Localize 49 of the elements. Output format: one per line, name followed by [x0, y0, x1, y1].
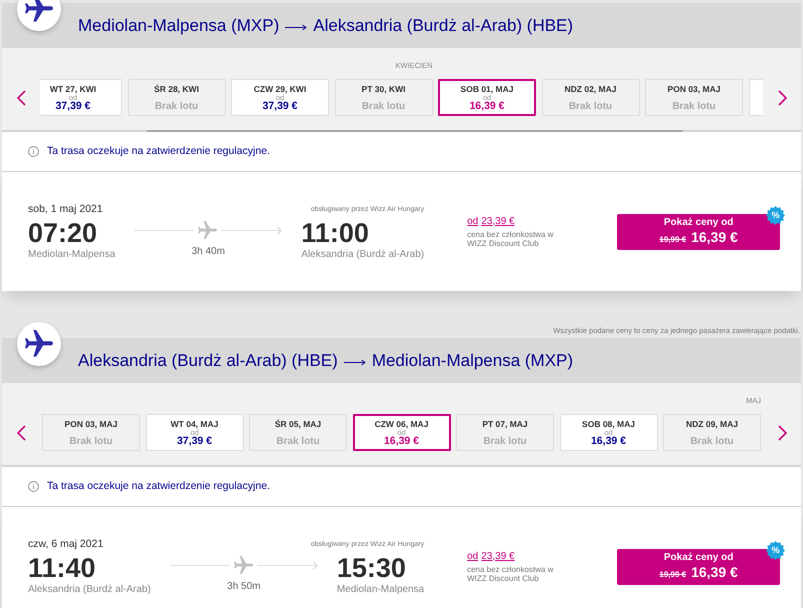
- arrow-icon: [344, 358, 366, 366]
- notice-text: Ta trasa oczekuje na zatwierdzenie regulacyjne.: [47, 145, 270, 158]
- origin-airport: Aleksandria (Burdż al-Arab) (HBE): [78, 350, 338, 370]
- arrow-icon: [285, 24, 308, 30]
- flight-duration: 3h 50m: [227, 580, 260, 592]
- discount-badge: %: [766, 206, 786, 224]
- arrival-airport: Aleksandria (Burdż al-Arab): [301, 248, 424, 260]
- member-price-link[interactable]: od 23,39 €: [467, 550, 515, 562]
- arrival-time: 15:30: [336, 552, 407, 582]
- member-price-note: cena bez członkostwa w WIZZ Discount Club: [467, 564, 554, 582]
- plane-icon: [17, 0, 61, 31]
- plane-icon: [234, 556, 253, 575]
- chevron-right-icon[interactable]: [778, 90, 786, 106]
- member-price-note: cena bez członkostwa w WIZZ Discount Club: [467, 230, 554, 248]
- date-tab[interactable]: PT 30, KWI Brak lotu: [334, 79, 432, 116]
- route-line: [134, 229, 194, 232]
- date-tab[interactable]: ŚR 05, MAJ Brak lotu: [249, 414, 347, 451]
- plane-icon: [17, 322, 61, 366]
- route-line: [170, 564, 230, 567]
- chevron-left-icon[interactable]: [16, 424, 26, 440]
- flight-date: sob, 1 maj 2021: [28, 202, 104, 216]
- flight-date: czw, 6 maj 2021: [28, 538, 104, 550]
- arrival-time: 11:00: [301, 218, 370, 248]
- departure-airport: Mediolan-Malpensa: [28, 248, 116, 260]
- flight-duration: 3h 40m: [192, 246, 225, 258]
- destination-airport: Aleksandria (Burdż al-Arab) (HBE): [313, 16, 574, 36]
- date-tab[interactable]: PON 03, MAJ Brak lotu: [42, 414, 140, 451]
- member-price-link[interactable]: od 23,39 €: [467, 216, 515, 228]
- date-tab[interactable]: NDZ 02, MAJ Brak lotu: [542, 79, 640, 116]
- origin-airport: Mediolan-Malpensa (MXP): [78, 16, 280, 36]
- date-tab[interactable]: NDZ 09, MAJ Brak lotu: [663, 414, 761, 451]
- departure-airport: Aleksandria (Burdż al-Arab): [28, 582, 151, 596]
- departure-time: 07:20: [28, 218, 98, 248]
- info-icon: [28, 481, 39, 492]
- info-icon: [28, 146, 39, 157]
- departure-time: 11:40: [28, 552, 97, 582]
- date-tab[interactable]: PT 07, MAJ Brak lotu: [456, 414, 554, 451]
- notice-text: Ta trasa oczekuje na zatwierdzenie regulacyjne.: [47, 480, 270, 493]
- chevron-right-icon[interactable]: [778, 424, 786, 440]
- destination-airport: Mediolan-Malpensa (MXP): [372, 350, 574, 370]
- arrival-airport: Mediolan-Malpensa: [336, 582, 424, 596]
- route-arrow: [221, 226, 282, 235]
- chevron-left-icon[interactable]: [16, 90, 26, 106]
- route-arrow: [256, 561, 318, 570]
- discount-badge: %: [766, 540, 786, 560]
- scrollbar-thumb[interactable]: [147, 130, 683, 132]
- plane-icon: [198, 221, 218, 240]
- date-tab[interactable]: PON 03, MAJ Brak lotu: [645, 79, 743, 116]
- date-tab[interactable]: ŚR 28, KWI Brak lotu: [128, 79, 226, 116]
